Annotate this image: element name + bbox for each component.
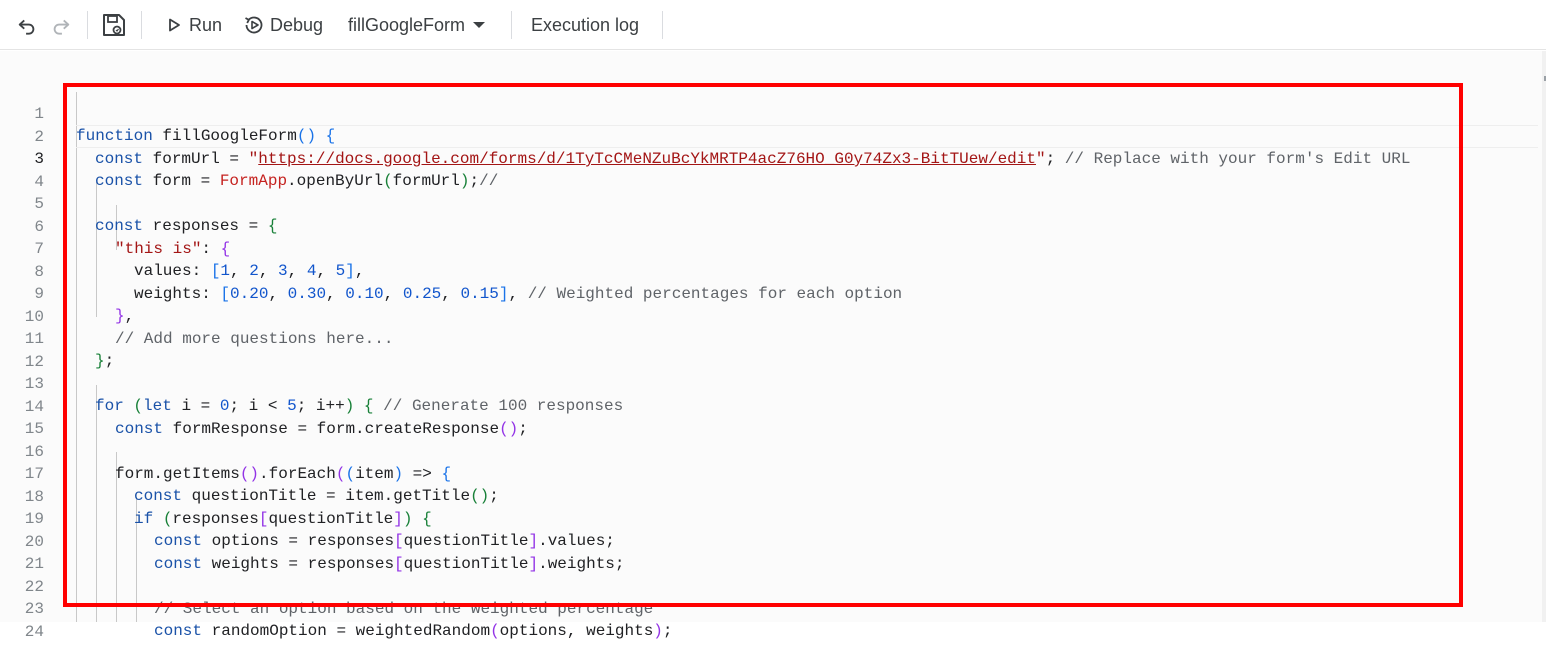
line-number: 24	[24, 622, 44, 641]
execution-log-button[interactable]: Execution log	[531, 0, 639, 50]
token: options, weights	[499, 622, 654, 640]
code-line: 8 weights: [0.20, 0.30, 0.10, 0.25, 0.15…	[0, 238, 1540, 304]
dropdown-arrow-icon	[473, 22, 486, 28]
execution-log-label: Execution log	[531, 14, 640, 35]
toolbar-divider	[141, 11, 142, 39]
code-line: 4	[0, 148, 1540, 191]
code-line: 17 const questionTitle = item.getTitle()…	[0, 440, 1540, 506]
code-text[interactable]: const randomOption = weightedRandom(opti…	[154, 620, 673, 643]
paren: (	[490, 622, 500, 640]
debug-button[interactable]: Debug	[243, 0, 323, 50]
code-line: 5 const responses = {	[0, 170, 1540, 236]
code-line: 18 if (responses[questionTitle]) {	[0, 463, 1540, 529]
undo-button[interactable]	[16, 0, 38, 50]
code-editor[interactable]: 1 function fillGoogleForm() { 2 const fo…	[0, 51, 1546, 641]
code-line: 23 const randomOption = weightedRandom(o…	[0, 575, 1540, 641]
code-line: 1 function fillGoogleForm() {	[0, 80, 1540, 146]
run-label: Run	[189, 14, 223, 35]
code-line: 12	[0, 328, 1540, 371]
debug-icon	[245, 16, 263, 34]
code-line: 24	[0, 598, 1540, 641]
run-button[interactable]: Run	[166, 0, 222, 50]
function-selector[interactable]: fillGoogleForm	[348, 0, 487, 50]
code-line: 22 // Select an option based on the weig…	[0, 553, 1540, 619]
play-icon	[169, 18, 180, 32]
code-line: 21	[0, 530, 1540, 573]
toolbar-divider	[511, 11, 512, 39]
toolbar-divider	[662, 11, 663, 39]
editor-toolbar: Run Debug fillGoogleForm Execution log	[0, 0, 1546, 50]
save-button[interactable]	[101, 0, 127, 50]
debug-label: Debug	[270, 14, 324, 35]
code-line: 7 values: [1, 2, 3, 4, 5],	[0, 215, 1540, 281]
code-line: 16 form.getItems().forEach((item) => {	[0, 418, 1540, 484]
function-selector-value: fillGoogleForm	[348, 14, 466, 35]
code-line: 14 const formResponse = form.createRespo…	[0, 373, 1540, 439]
toolbar-divider	[87, 11, 88, 39]
token: ;	[662, 622, 673, 640]
code-line: 13 for (let i = 0; i < 5; i++) { // Gene…	[0, 350, 1540, 416]
token: randomOption = weightedRandom	[202, 622, 491, 640]
code-line: 11 };	[0, 305, 1540, 371]
save-icon	[103, 14, 125, 36]
code-line: 9 },	[0, 260, 1540, 326]
vertical-scrollbar[interactable]	[1542, 51, 1546, 622]
code-line: 3 const form = FormApp.openByUrl(formUrl…	[0, 125, 1540, 191]
code-line: 6 "this is": {	[0, 193, 1540, 259]
undo-icon	[18, 19, 35, 35]
code-line: 20 const weights = responses[questionTit…	[0, 508, 1540, 574]
code-line: 2 const formUrl = "https://docs.google.c…	[0, 103, 1540, 169]
redo-button[interactable]	[50, 0, 72, 50]
redo-icon	[53, 19, 70, 35]
code-line: 19 const options = responses[questionTit…	[0, 485, 1540, 551]
paren: )	[653, 622, 663, 640]
code-line: 15	[0, 395, 1540, 438]
keyword: const	[154, 622, 203, 640]
code-line: 10 // Add more questions here...	[0, 283, 1540, 349]
